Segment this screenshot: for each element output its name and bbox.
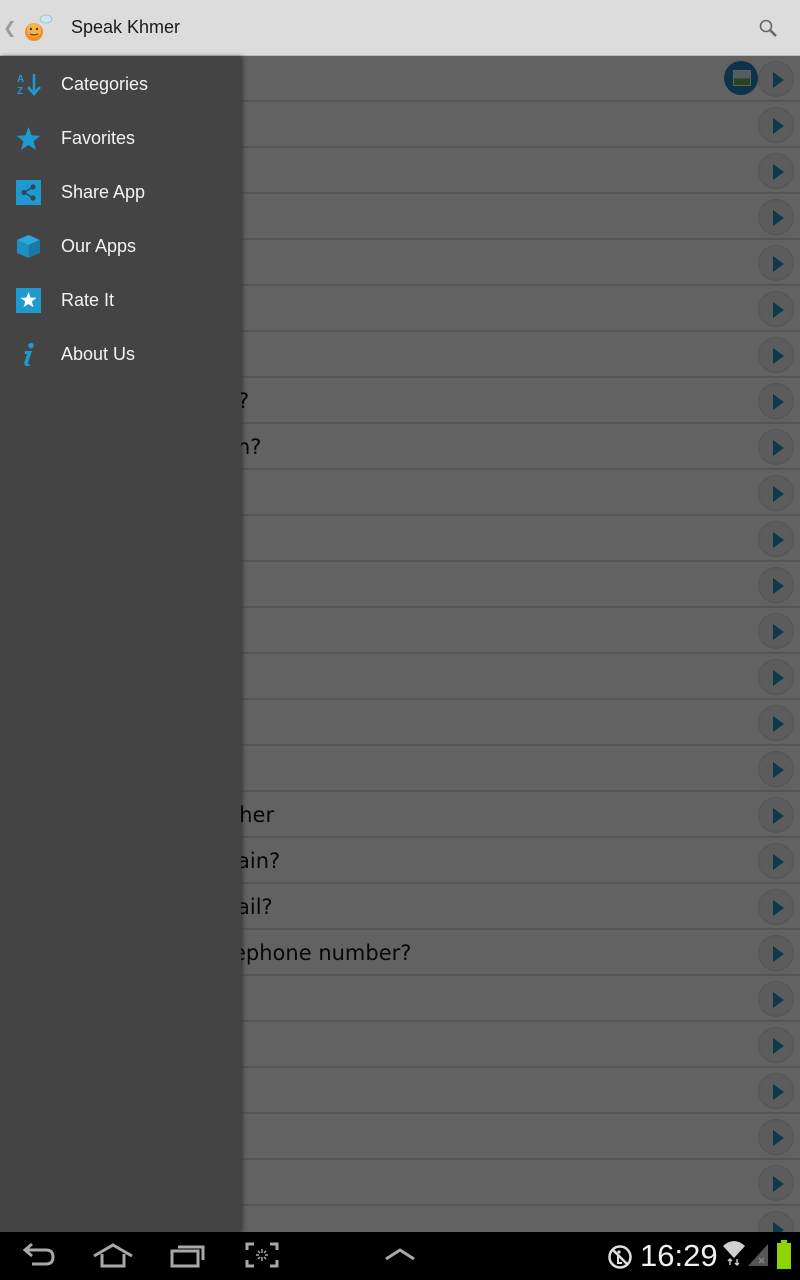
sort-az-icon: A Z	[16, 72, 41, 97]
drawer-item-label: Our Apps	[61, 235, 137, 256]
screenshot-icon[interactable]	[245, 1242, 279, 1273]
back-icon[interactable]	[22, 1242, 56, 1273]
svg-text:A: A	[17, 74, 24, 85]
drawer-item-label: Share App	[61, 181, 146, 202]
cube-icon	[16, 234, 41, 259]
drawer-item-share-app[interactable]: Share App	[0, 165, 241, 219]
screen: ❮ Speak Khmer ?n?therain?ail?ephone numb…	[0, 0, 800, 1280]
star-box-icon	[16, 287, 41, 313]
battery-icon	[776, 1240, 792, 1275]
signal-icon	[748, 1244, 768, 1271]
drawer-item-categories[interactable]: A Z Categories	[0, 57, 241, 111]
drawer-item-label: About Us	[61, 343, 136, 364]
chevron-up-icon[interactable]	[384, 1246, 416, 1267]
wifi-icon	[722, 1238, 746, 1271]
drawer-item-favorites[interactable]: Favorites	[0, 111, 241, 165]
drawer-item-label: Rate It	[61, 289, 115, 310]
share-icon	[16, 179, 41, 205]
no-touch-icon	[607, 1244, 633, 1275]
star-icon	[16, 126, 41, 151]
drawer-item-about-us[interactable]: About Us	[0, 327, 241, 381]
recent-apps-icon[interactable]	[170, 1242, 206, 1273]
system-nav-bar: 16:29	[0, 1232, 800, 1280]
drawer-item-label: Categories	[61, 73, 149, 94]
clock: 16:29	[640, 1238, 718, 1273]
chevron-left-icon[interactable]: ❮	[3, 18, 17, 38]
search-icon[interactable]	[758, 18, 778, 38]
home-icon[interactable]	[92, 1242, 134, 1273]
svg-text:Z: Z	[17, 86, 23, 97]
action-bar: ❮ Speak Khmer	[0, 0, 800, 56]
navigation-drawer: A Z Categories Favorites Share App Our A…	[0, 56, 241, 1232]
drawer-item-our-apps[interactable]: Our Apps	[0, 219, 241, 273]
app-title: Speak Khmer	[71, 17, 181, 37]
drawer-item-rate-it[interactable]: Rate It	[0, 273, 241, 327]
drawer-item-label: Favorites	[61, 127, 136, 148]
info-icon	[16, 342, 41, 367]
app-logo-icon[interactable]	[23, 13, 53, 43]
